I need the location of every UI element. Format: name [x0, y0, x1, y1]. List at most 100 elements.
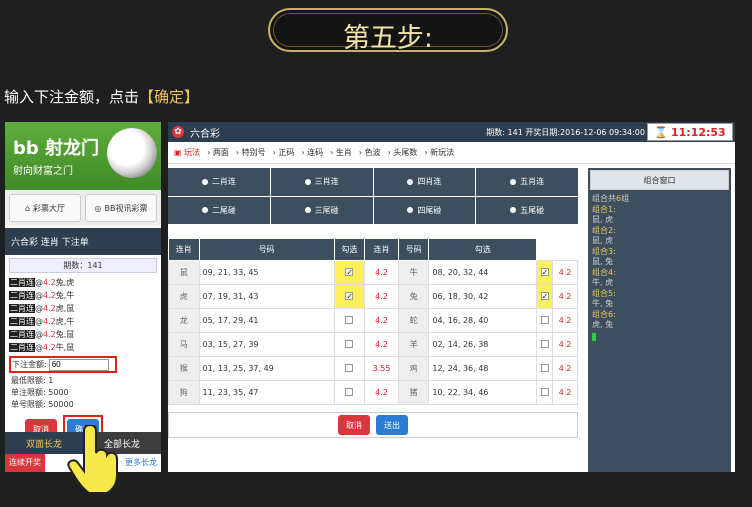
- order-item: 二肖连@4.2虎,鼠: [9, 302, 157, 315]
- check-cell: [536, 356, 554, 381]
- play-type-option[interactable]: 五肖连: [476, 168, 578, 196]
- table-header: 勾选: [428, 238, 538, 261]
- play-menu-label: 生肖: [335, 148, 352, 157]
- checkbox[interactable]: ✓: [345, 292, 354, 301]
- order-pair: 兔,牛: [55, 291, 75, 300]
- order-pair: 兔,虎: [55, 278, 75, 287]
- odds-cell: 4.2: [552, 308, 578, 333]
- submit-button[interactable]: 送出: [376, 415, 408, 435]
- table-row: 猴 01, 13, 25, 37, 49 3.55 鸡 12, 24, 36, 48 4.…: [168, 356, 578, 381]
- zodiac-cell: 龙: [168, 308, 200, 333]
- order-item: 二肖连@4.2兔,牛: [9, 289, 157, 302]
- table-row: 龙 05, 17, 29, 41 4.2 蛇 04, 16, 28, 40 4.2: [168, 308, 578, 333]
- play-menu-item[interactable]: › 新玩法: [424, 147, 454, 158]
- play-type-option[interactable]: 二肖连: [168, 168, 270, 196]
- check-cell: [536, 380, 554, 405]
- play-menu-item[interactable]: › 连码: [301, 147, 323, 158]
- table-row: 鼠 09, 21, 33, 45 ✓ 4.2 牛 08, 20, 32, 44 ✓ 4.2: [168, 260, 578, 285]
- numbers-cell: 05, 17, 29, 41: [198, 308, 335, 333]
- play-menu-item[interactable]: › 生肖: [330, 147, 352, 158]
- checkbox[interactable]: ✓: [345, 268, 354, 277]
- order-period: 期数：141: [9, 258, 157, 273]
- main-action-bar: 取消 送出: [168, 412, 578, 438]
- play-menu-item[interactable]: › 色波: [359, 147, 381, 158]
- play-menu-label: 两面: [212, 148, 229, 157]
- checkbox[interactable]: [540, 387, 549, 396]
- checkbox[interactable]: [345, 387, 354, 396]
- check-cell: [333, 356, 366, 381]
- bb-video-label: BB视讯彩票: [104, 203, 148, 213]
- left-panel: bb 射龙门 射向财富之门 ⌂ 彩票大厅 ◎ BB视讯彩票 六合彩 连肖 下注单 期…: [5, 122, 161, 472]
- check-cell: [333, 308, 366, 333]
- order-tag: 二肖连: [9, 304, 35, 313]
- order-at: @: [35, 330, 43, 339]
- checkbox[interactable]: ✓: [540, 268, 549, 277]
- play-type-option[interactable]: 四尾碰: [373, 196, 476, 224]
- combo-panel: 组合窗口 组合共6组 组合1: 鼠, 虎组合2: 鼠, 虎组合3: 鼠, 兔组合4: 牛,…: [588, 168, 731, 472]
- radio-icon: [510, 207, 517, 214]
- check-cell: [536, 308, 554, 333]
- play-menu-item[interactable]: ▣ 玩法: [174, 147, 200, 158]
- zodiac-cell: 马: [168, 332, 200, 357]
- play-type-option[interactable]: 三尾碰: [270, 196, 373, 224]
- bb-video-lottery-button[interactable]: ◎ BB视讯彩票: [85, 194, 157, 222]
- odds-cell: 4.2: [364, 284, 399, 309]
- order-odd: 4.2: [43, 317, 56, 326]
- odds-cell: 4.2: [364, 332, 399, 357]
- bb-icon: ◎: [94, 203, 102, 213]
- zodiac-cell: 牛: [397, 260, 430, 285]
- odds-cell: 4.2: [552, 284, 578, 309]
- more-dragon-link[interactable]: 更多长龙: [121, 454, 161, 472]
- check-cell: ✓: [536, 284, 554, 309]
- combo-total-suffix: 组: [621, 194, 630, 203]
- play-menu-label: 特别号: [241, 148, 266, 157]
- checkbox[interactable]: ✓: [540, 292, 549, 301]
- instruction-highlight: 【确定】: [139, 88, 200, 106]
- consecutive-draw-tab[interactable]: 连续开奖: [5, 454, 45, 472]
- play-type-grid: 二肖连 三肖连 四肖连 五肖连二尾碰 三尾碰 四尾碰 五尾碰: [168, 168, 578, 224]
- zodiac-table: 连肖 号码 勾选 连肖 号码 勾选 鼠 09, 21, 33, 45 ✓ 4.2 牛 08, 20,…: [168, 238, 578, 405]
- play-menu-item[interactable]: › 两面: [207, 147, 229, 158]
- checkbox[interactable]: [345, 339, 354, 348]
- order-item: 二肖连@4.2虎,牛: [9, 315, 157, 328]
- play-type-option[interactable]: 四肖连: [373, 168, 476, 196]
- zodiac-cell: 虎: [168, 284, 200, 309]
- order-at: @: [35, 343, 43, 352]
- numbers-cell: 10, 22, 34, 46: [428, 380, 538, 405]
- numbers-cell: 04, 16, 28, 40: [428, 308, 538, 333]
- brand-slogan: 射向财富之门: [13, 166, 73, 177]
- radio-icon: [201, 207, 208, 214]
- order-item: 二肖连@4.2牛,鼠: [9, 341, 157, 354]
- lottery-hall-button[interactable]: ⌂ 彩票大厅: [9, 194, 81, 222]
- play-type-option[interactable]: 三肖连: [270, 168, 373, 196]
- order-at: @: [35, 278, 43, 287]
- play-menu-item[interactable]: › 特别号: [236, 147, 266, 158]
- play-menu-item[interactable]: › 正码: [273, 147, 295, 158]
- numbers-cell: 02, 14, 26, 38: [428, 332, 538, 357]
- bet-amount-input[interactable]: [48, 358, 109, 371]
- checkbox[interactable]: [540, 363, 549, 372]
- draw-info: 期数: 141 开奖日期:2016-12-06 09:34:00: [486, 127, 645, 137]
- play-menu-label: 正码: [278, 148, 295, 157]
- play-type-label: 三肖连: [314, 177, 339, 187]
- brand-text: 射龙门: [45, 138, 100, 159]
- main-cancel-button[interactable]: 取消: [338, 415, 370, 435]
- play-type-option[interactable]: 二尾碰: [168, 196, 270, 224]
- play-menu-item[interactable]: › 头尾数: [388, 147, 418, 158]
- home-icon: ⌂: [24, 203, 31, 213]
- gear-icon[interactable]: ✿: [172, 126, 184, 138]
- combo-pair: 鼠, 虎: [592, 215, 614, 224]
- check-cell: [536, 332, 554, 357]
- checkbox[interactable]: [540, 315, 549, 324]
- combo-pair: 虎, 兔: [592, 320, 614, 329]
- order-item: 二肖连@4.2兔,虎: [9, 276, 157, 289]
- order-tag: 二肖连: [9, 278, 35, 287]
- combo-label: 组合5:: [592, 288, 616, 298]
- checkbox[interactable]: [345, 363, 354, 372]
- main-header: ✿ 六合彩 期数: 141 开奖日期:2016-12-06 09:34:00 ⌛…: [168, 122, 735, 142]
- checkbox[interactable]: [540, 339, 549, 348]
- order-tag: 二肖连: [9, 330, 35, 339]
- checkbox[interactable]: [345, 315, 354, 324]
- play-menu: ▣ 玩法 › 两面 › 特别号 › 正码 › 连码 › 生肖 › 色波 › 头尾数 › 新玩法: [168, 142, 735, 164]
- play-type-option[interactable]: 五尾碰: [476, 196, 578, 224]
